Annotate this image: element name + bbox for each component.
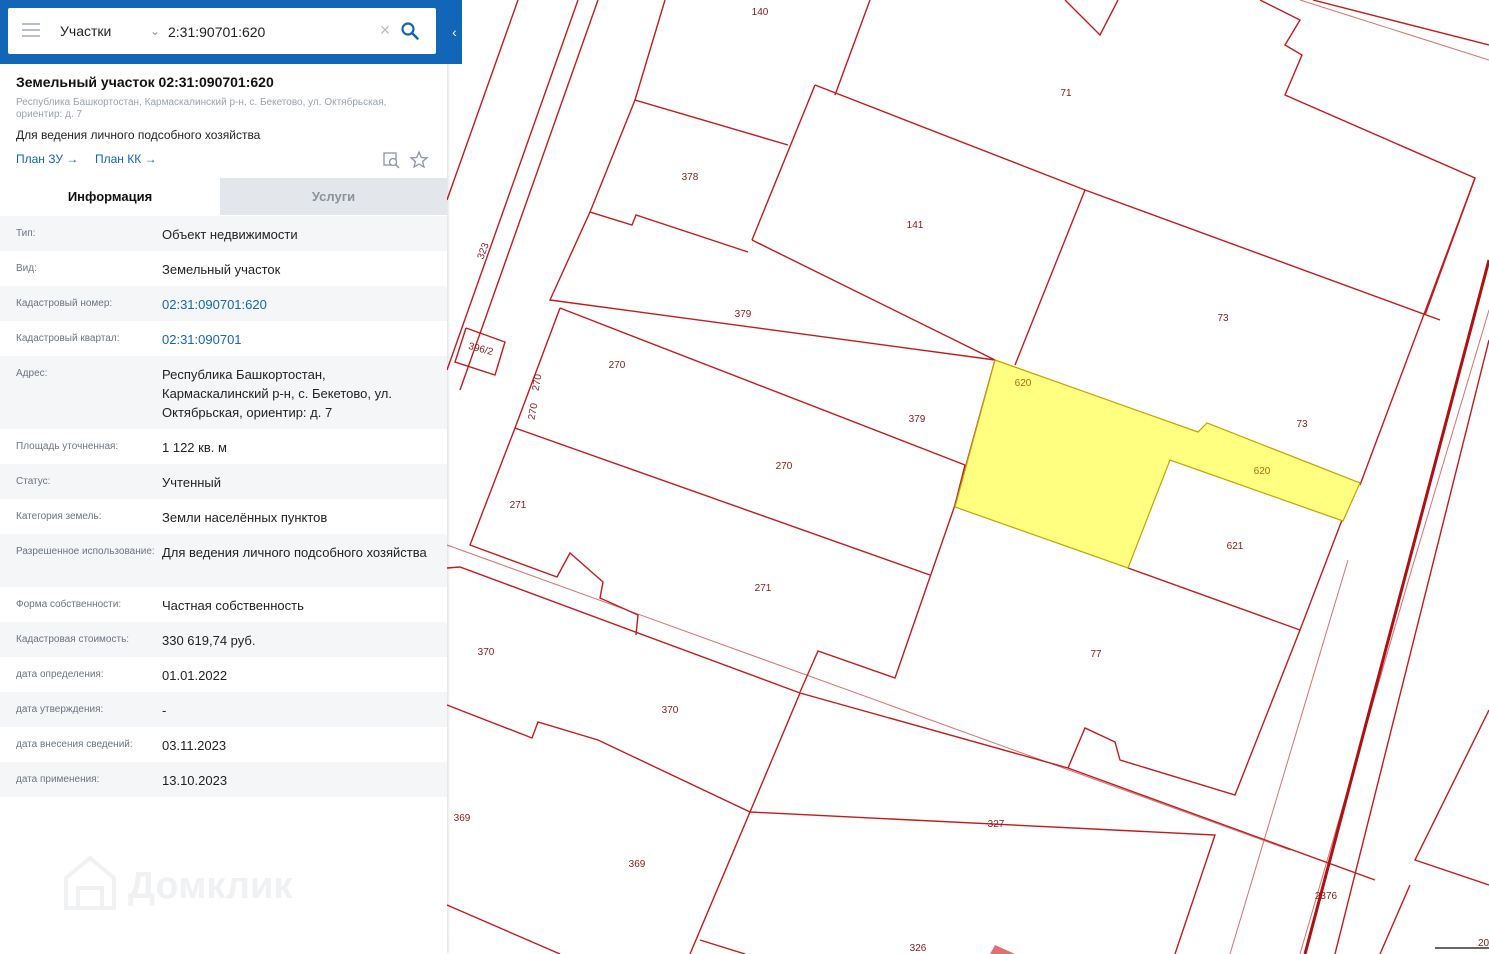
search-input[interactable] bbox=[166, 16, 375, 48]
parcel-label: 327 bbox=[988, 819, 1005, 830]
parcel-label: 379 bbox=[909, 414, 926, 425]
parcel-label: 141 bbox=[907, 220, 924, 231]
plan-zu-label: План ЗУ bbox=[16, 152, 63, 166]
parcel-label: 620 bbox=[1015, 378, 1032, 389]
info-row-link[interactable]: 02:31:090701 bbox=[162, 330, 432, 349]
plan-zu-link[interactable]: План ЗУ → bbox=[16, 152, 78, 166]
tab-bar: Информация Услуги bbox=[0, 178, 447, 215]
info-row-value: Земли населённых пунктов bbox=[162, 510, 328, 525]
parcel-label: 270 bbox=[609, 360, 626, 371]
parcel-label: 77 bbox=[1090, 649, 1102, 660]
info-row-label: Кадастровая стоимость: bbox=[16, 634, 130, 645]
info-row-value: Для ведения личного подсобного хозяйства bbox=[162, 545, 427, 560]
search-bar: Участки ⌄ × bbox=[0, 0, 462, 64]
info-row: Форма собственности: Частная собственност… bbox=[0, 587, 447, 622]
info-row-value: Земельный участок bbox=[162, 262, 281, 277]
search-icon[interactable] bbox=[400, 21, 420, 41]
info-row: Кадастровый номер: 02:31:090701:620 bbox=[0, 286, 447, 321]
parcel-label: 370 bbox=[478, 647, 495, 658]
layer-select[interactable]: Участки ⌄ bbox=[60, 8, 166, 54]
info-row: Кадастровый квартал: 02:31:090701 bbox=[0, 321, 447, 356]
info-row-label: дата внесения сведений: bbox=[16, 739, 133, 750]
info-table: Тип: Объект недвижимости Вид: Земельный уча… bbox=[0, 216, 447, 797]
info-row-label: дата применения: bbox=[16, 774, 100, 785]
plan-kk-label: План КК bbox=[95, 152, 142, 166]
parcel-label: 271 bbox=[510, 500, 527, 511]
info-row-label: Форма собственности: bbox=[16, 599, 122, 610]
parcel-label: 369 bbox=[454, 813, 471, 824]
info-row-label: Категория земель: bbox=[16, 511, 102, 522]
parcel-label: 379 bbox=[735, 309, 752, 320]
info-row: Площадь уточненная: 1 122 кв. м bbox=[0, 429, 447, 464]
watermark-text: Домклик bbox=[128, 865, 293, 907]
parcel-label: 71 bbox=[1060, 88, 1072, 99]
info-row-link[interactable]: 02:31:090701:620 bbox=[162, 295, 432, 314]
arrow-right-icon: → bbox=[144, 152, 157, 166]
info-row-value: Республика Башкортостан, Кармаскалинский… bbox=[162, 367, 392, 420]
info-row-label: дата утверждения: bbox=[16, 704, 104, 715]
info-row-label: Статус: bbox=[16, 476, 51, 487]
info-row-value: Учтенный bbox=[162, 475, 222, 490]
scale-label: 20 bbox=[1478, 938, 1489, 949]
info-row-value: 03.11.2023 bbox=[162, 738, 227, 753]
info-row-label: Кадастровый номер: bbox=[16, 298, 113, 309]
parcel-label: 140 bbox=[752, 7, 769, 18]
info-row-label: Тип: bbox=[16, 228, 36, 239]
arrow-right-icon: → bbox=[66, 152, 79, 166]
info-row: Разрешенное использование: Для ведения ли… bbox=[0, 534, 447, 587]
layer-select-value: Участки bbox=[60, 23, 112, 39]
search-box: Участки ⌄ × bbox=[8, 8, 436, 54]
parcel-label: 370 bbox=[662, 705, 679, 716]
menu-icon[interactable] bbox=[22, 23, 40, 39]
chevron-down-icon: ⌄ bbox=[149, 24, 160, 38]
clear-icon[interactable]: × bbox=[376, 20, 394, 40]
tab-services[interactable]: Услуги bbox=[220, 178, 447, 215]
parcel-label: 2376 bbox=[1315, 891, 1338, 902]
star-icon[interactable] bbox=[409, 150, 429, 170]
domclick-watermark: Домклик bbox=[64, 855, 293, 910]
info-row-label: Вид: bbox=[16, 263, 37, 274]
info-row-value: 13.10.2023 bbox=[162, 773, 228, 788]
parcel-title: Земельный участок 02:31:090701:620 bbox=[16, 74, 274, 90]
parcel-label: 621 bbox=[1227, 541, 1244, 552]
parcel-header: Земельный участок 02:31:090701:620 Респу… bbox=[0, 64, 447, 178]
info-row-value: - bbox=[162, 703, 167, 718]
info-row: дата внесения сведений: 03.11.2023 bbox=[0, 727, 447, 762]
zoom-to-parcel-icon[interactable] bbox=[382, 150, 402, 170]
parcel-label: 73 bbox=[1217, 313, 1229, 324]
info-row-value: 330 619,74 руб. bbox=[162, 633, 256, 648]
info-row: дата применения: 13.10.2023 bbox=[0, 762, 447, 797]
info-row-value: Частная собственность bbox=[162, 598, 304, 613]
parcel-label: 326 bbox=[910, 943, 927, 954]
info-row: Категория земель: Земли населённых пункто… bbox=[0, 499, 447, 534]
parcel-label: 378 bbox=[682, 172, 699, 183]
info-row-value: 01.01.2022 bbox=[162, 668, 228, 683]
parcel-label: 73 bbox=[1296, 419, 1308, 430]
info-row-label: Разрешенное использование: bbox=[16, 546, 155, 557]
info-panel: Земельный участок 02:31:090701:620 Респу… bbox=[0, 0, 447, 954]
parcel-label: 369 bbox=[629, 859, 646, 870]
info-row-value: Объект недвижимости bbox=[162, 227, 298, 242]
info-row: Адрес: Республика Башкортостан, Кармаскал… bbox=[0, 356, 447, 429]
parcel-label: 620 bbox=[1254, 466, 1271, 477]
parcel-label: 270 bbox=[776, 461, 793, 472]
plan-kk-link[interactable]: План КК → bbox=[95, 152, 157, 166]
info-row-label: Кадастровый квартал: bbox=[16, 333, 120, 344]
parcel-address: Республика Башкортостан, Кармаскалинский… bbox=[16, 97, 387, 120]
info-row-label: Адрес: bbox=[16, 368, 48, 379]
info-row: Кадастровая стоимость: 330 619,74 руб. bbox=[0, 622, 447, 657]
info-row: Статус: Учтенный bbox=[0, 464, 447, 499]
info-row-value: 1 122 кв. м bbox=[162, 440, 227, 455]
info-row: Вид: Земельный участок bbox=[0, 251, 447, 286]
parcel-label: 271 bbox=[755, 583, 772, 594]
info-row: Тип: Объект недвижимости bbox=[0, 216, 447, 251]
info-row-label: Площадь уточненная: bbox=[16, 441, 119, 452]
parcel-purpose: Для ведения личного подсобного хозяйства bbox=[16, 128, 261, 142]
info-row: дата определения: 01.01.2022 bbox=[0, 657, 447, 692]
info-row-label: дата определения: bbox=[16, 669, 104, 680]
tab-information[interactable]: Информация bbox=[0, 178, 220, 215]
collapse-panel-button[interactable]: ‹ bbox=[447, 0, 462, 64]
info-row: дата утверждения: - bbox=[0, 692, 447, 727]
